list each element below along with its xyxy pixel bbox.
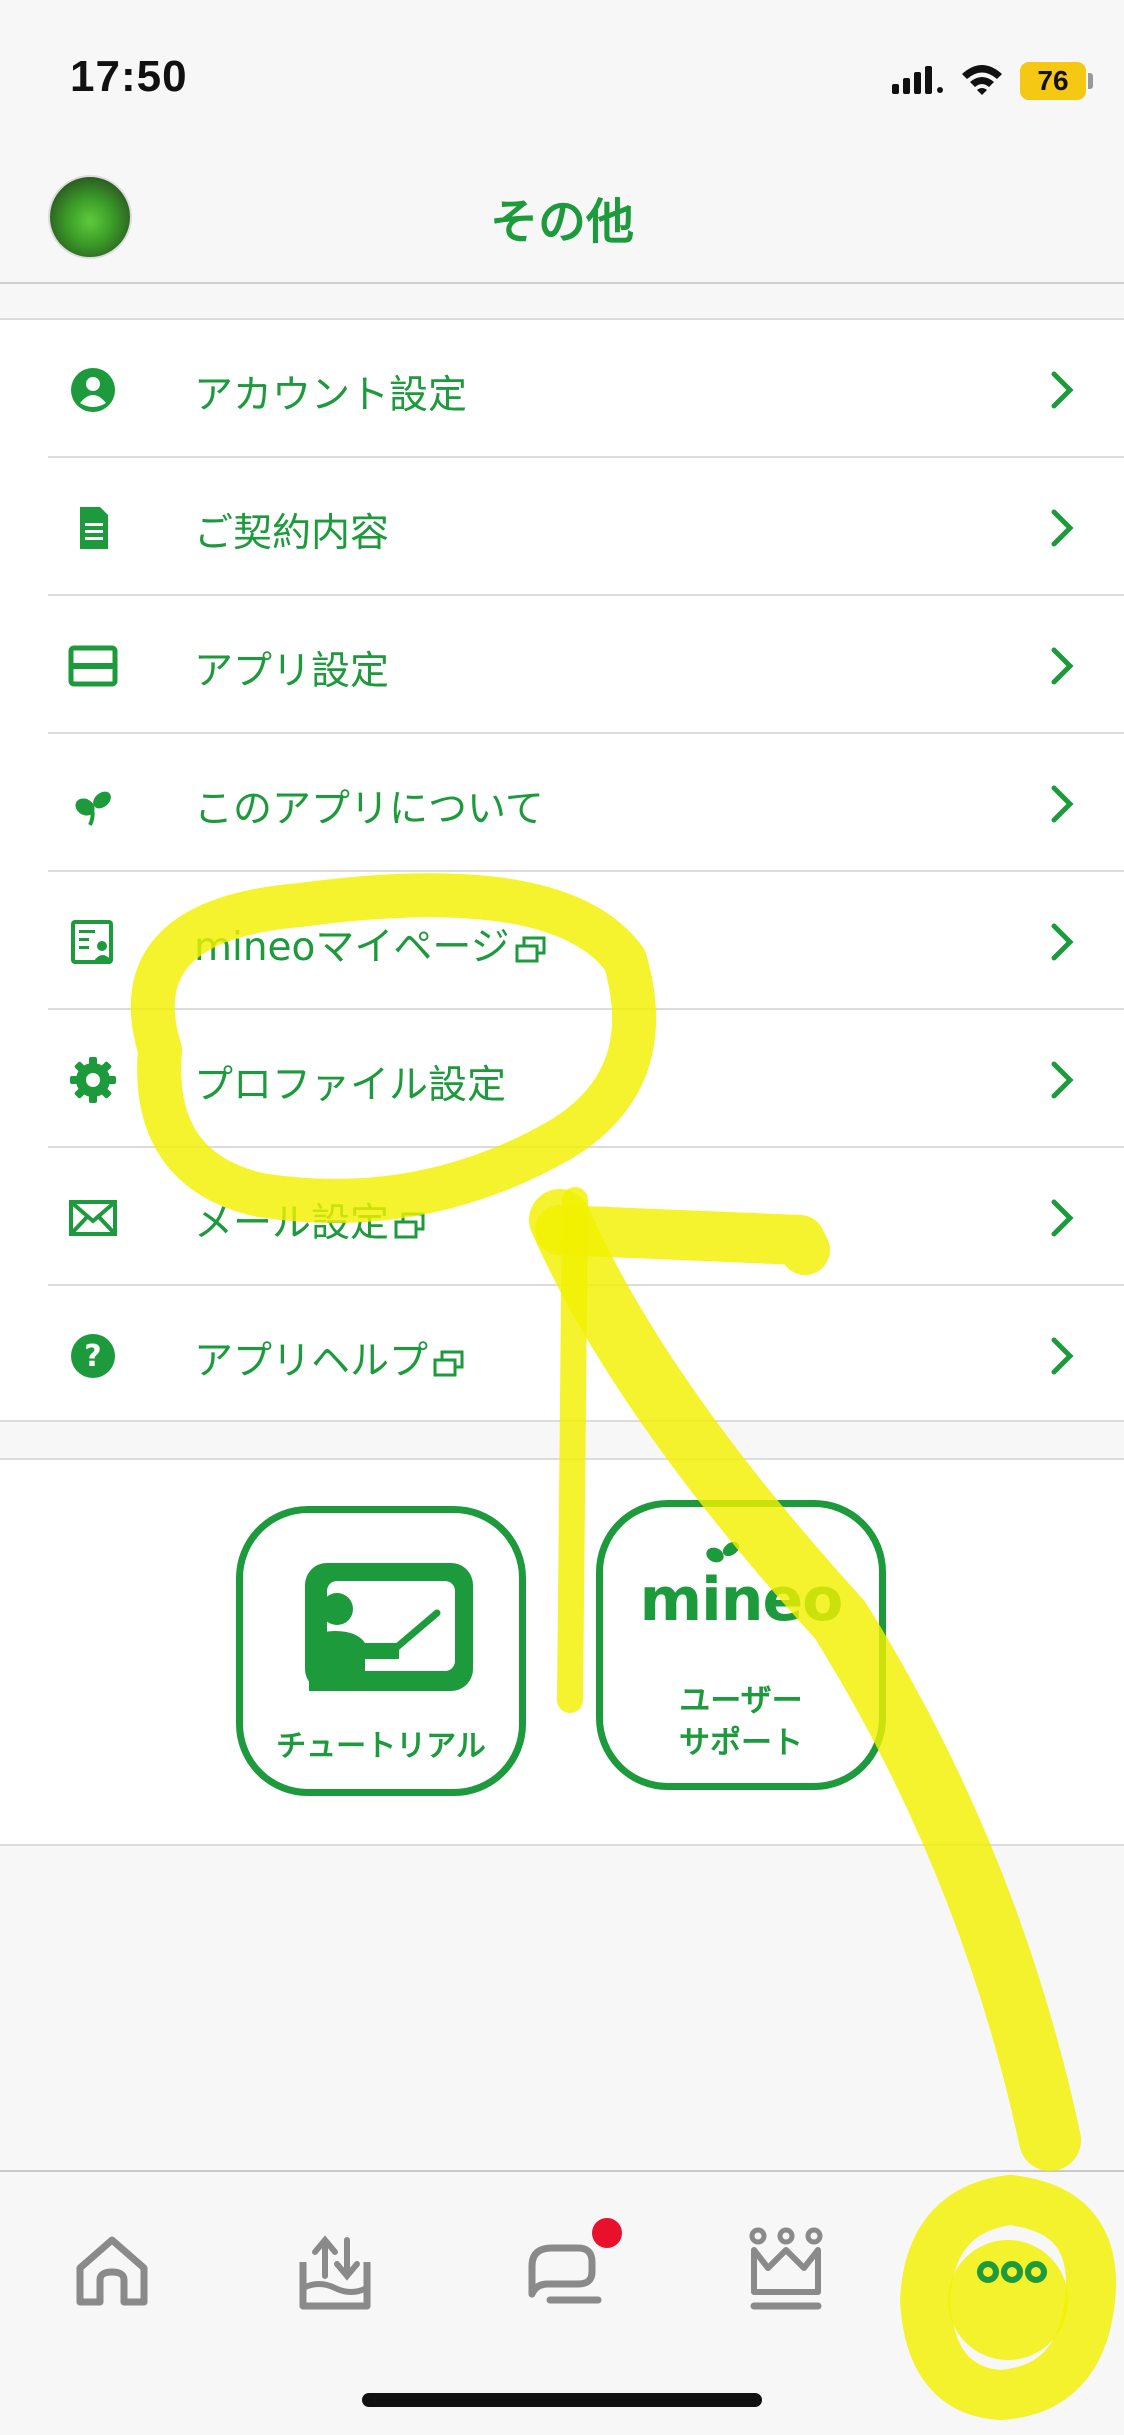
menu-item-profile-settings[interactable]: プロファイル設定 [48,1010,1124,1148]
menu-item-label: アプリ設定 [194,649,390,694]
chevron-right-icon [1051,923,1074,961]
chevron-right-icon [1051,785,1074,823]
chevron-right-icon [1051,1061,1074,1099]
menu-item-app-settings[interactable]: アプリ設定 [48,596,1124,734]
settings-menu-list: アカウント設定 ご契約内容 アプリ設定 このアプリについて mineoマイページ… [0,318,1124,1422]
support-label-line2: サポート [679,1725,803,1761]
battery-cap [1088,73,1093,89]
tutorial-teacher-icon [305,1563,473,1691]
menu-item-mineo-mypage[interactable]: mineoマイページ [48,872,1124,1010]
shortcut-section: チュートリアル mineo ユーザー サポート [0,1458,1124,1846]
mineo-logo: mineo [639,1565,844,1635]
chevron-right-icon [1051,509,1074,547]
menu-item-label: アカウント設定 [194,373,468,418]
support-label-line1: ユーザー [679,1683,803,1719]
more-icon [977,2261,1047,2283]
tab-rewards[interactable] [736,2222,836,2322]
status-bar: 17:50 76 [0,0,1124,150]
svg-text:?: ? [84,1339,101,1374]
external-link-icon [433,1350,464,1376]
chevron-right-icon [1051,647,1074,685]
menu-item-label: ご契約内容 [194,511,390,556]
menu-item-label-text: mineoマイページ [194,925,510,970]
wifi-icon [962,65,1002,95]
menu-item-label: プロファイル設定 [194,1063,507,1108]
menu-item-label: メール設定 [194,1192,427,1248]
app-settings-icon [68,645,118,687]
menu-item-account-settings[interactable]: アカウント設定 [48,320,1124,458]
menu-item-mail-settings[interactable]: メール設定 [48,1148,1124,1286]
mail-icon [69,1200,117,1236]
battery-level: 76 [1020,62,1086,100]
tab-chat[interactable] [512,2218,622,2322]
cellular-signal-icon [892,66,943,94]
gear-icon [70,1057,116,1103]
crown-icon [749,2227,823,2310]
menu-item-app-help[interactable]: ? アプリヘルプ [48,1286,1124,1424]
home-icon [76,2236,148,2306]
external-link-icon [515,936,546,962]
notification-badge [592,2218,622,2248]
chevron-right-icon [1051,371,1074,409]
status-time: 17:50 [70,52,188,101]
data-share-icon [299,2235,371,2310]
menu-item-label: アプリヘルプ [194,1330,466,1386]
menu-item-contract-details[interactable]: ご契約内容 [48,458,1124,596]
contract-document-icon [80,507,108,549]
help-icon: ? [71,1334,115,1378]
menu-item-label-text: メール設定 [194,1201,390,1246]
chevron-right-icon [1051,1337,1074,1375]
menu-item-label: mineoマイページ [194,916,548,972]
menu-item-label-text: アプリヘルプ [194,1339,429,1384]
tutorial-label: チュートリアル [276,1729,486,1764]
external-link-icon [394,1212,425,1238]
tab-data-share[interactable] [285,2222,385,2322]
chevron-right-icon [1051,1199,1074,1237]
mineo-leaf-icon [706,1541,740,1563]
mypage-icon [71,920,113,964]
user-support-button[interactable]: mineo ユーザー サポート [596,1500,886,1790]
tab-home[interactable] [62,2222,162,2322]
tutorial-button[interactable]: チュートリアル [236,1506,526,1796]
home-indicator [362,2393,762,2407]
menu-item-label: このアプリについて [194,787,544,832]
mineo-leaf-icon [75,791,111,826]
menu-item-about-app[interactable]: このアプリについて [48,734,1124,872]
page-title: その他 [489,194,634,250]
navigation-header: その他 [0,150,1124,284]
account-icon [71,368,115,412]
tab-more[interactable] [962,2222,1062,2322]
